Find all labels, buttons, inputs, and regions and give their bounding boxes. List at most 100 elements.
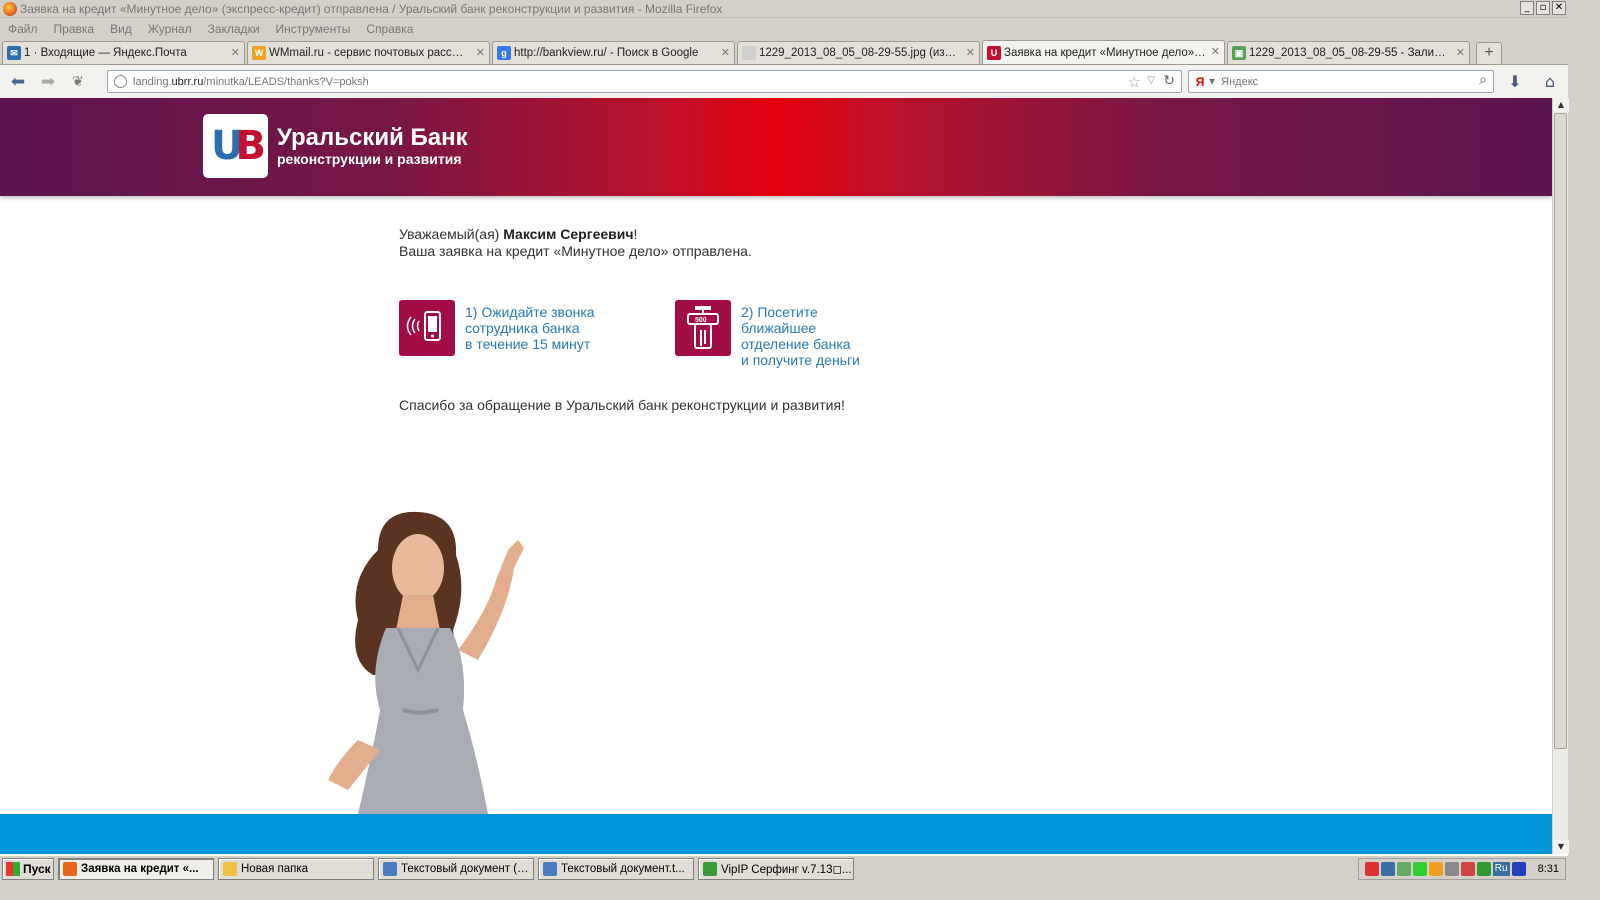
tab-label: 1229_2013_08_05_08-29-55 - Заливка ... <box>1249 47 1451 59</box>
greeting-block: Уважаемый(ая) Максим Сергеевич! Ваша зая… <box>399 226 752 260</box>
footer-band <box>0 814 1552 854</box>
url-dropdown-icon[interactable]: ▽ <box>1147 75 1155 86</box>
menu-edit[interactable]: Правка <box>54 22 95 36</box>
step-visit-text: 2) Посетите ближайшее отделение банка и … <box>741 304 860 368</box>
taskbar-item-label: Текстовый документ.t... <box>561 863 685 875</box>
search-input[interactable] <box>1221 75 1452 88</box>
scroll-down-icon[interactable]: ▼ <box>1553 840 1569 854</box>
taskbar-item-label: Новая папка <box>241 863 309 875</box>
taskbar-app-icon <box>63 862 77 876</box>
url-text[interactable]: landing.ubrr.ru/minutka/LEADS/thanks?V=p… <box>133 76 369 88</box>
thank-you-text: Спасибо за обращение в Уральский банк ре… <box>399 397 845 413</box>
media-play-icon[interactable] <box>1511 862 1526 876</box>
tab[interactable]: ✉ 1 · Входящие — Яндекс.Почта ✕ <box>2 41 245 64</box>
minimize-button[interactable]: _ <box>1520 1 1534 15</box>
scroll-up-icon[interactable]: ▲ <box>1553 98 1569 112</box>
page-viewport: UB Уральский Банк реконструкции и развит… <box>0 98 1552 854</box>
forward-arrow-icon[interactable]: ➡ <box>33 69 63 95</box>
menu-file[interactable]: Файл <box>8 22 38 36</box>
search-engine-dropdown-icon[interactable]: ▼ <box>1209 77 1215 86</box>
taskbar-item[interactable]: Текстовый документ.t... <box>538 858 694 880</box>
step-call-text: 1) Ожидайте звонка сотрудника банка в те… <box>465 304 595 352</box>
network-icon[interactable] <box>1380 862 1395 876</box>
back-arrow-icon[interactable]: ⬅ <box>3 69 33 95</box>
tab-close-icon[interactable]: ✕ <box>1456 46 1465 59</box>
language-indicator[interactable]: Ru <box>1492 862 1510 876</box>
clock[interactable]: 8:31 <box>1538 863 1559 875</box>
status-line: Ваша заявка на кредит «Минутное дело» от… <box>399 243 752 259</box>
new-tab-button[interactable]: + <box>1476 42 1502 64</box>
bank-subtitle: реконструкции и развития <box>277 151 462 167</box>
menu-view[interactable]: Вид <box>110 22 132 36</box>
taskbar-item[interactable]: Новая папка <box>218 858 374 880</box>
customer-name: Максим Сергеевич <box>503 226 634 242</box>
menu-tools[interactable]: Инструменты <box>276 22 351 36</box>
atm-icon: 500 <box>675 300 731 356</box>
close-button[interactable]: ✕ <box>1552 1 1566 15</box>
page-scrollbar[interactable]: ▲ ▼ <box>1552 98 1569 854</box>
atm-banknote-value: 500 <box>695 317 707 324</box>
check-icon[interactable] <box>1412 862 1427 876</box>
windows-logo-icon <box>6 862 20 876</box>
tab-close-icon[interactable]: ✕ <box>1211 45 1220 58</box>
download-icon[interactable]: ⬇ <box>1503 70 1527 94</box>
tab[interactable]: g http://bankview.ru/ - Поиск в Google ✕ <box>492 41 735 64</box>
taskbar-item[interactable]: Текстовый документ (6... <box>378 858 534 880</box>
tab[interactable]: U Заявка на кредит «Минутное дело» (э... ✕ <box>982 40 1225 64</box>
messenger-icon[interactable] <box>1428 862 1443 876</box>
reload-icon[interactable]: ↻ <box>1163 73 1175 89</box>
step-call: 1) Ожидайте звонка сотрудника банка в те… <box>399 300 595 356</box>
tab[interactable]: 1229_2013_08_05_08-29-55.jpg (изобр... ✕ <box>737 41 980 64</box>
start-button[interactable]: Пуск <box>2 858 54 880</box>
greeting-line: Уважаемый(ая) Максим Сергеевич! <box>399 226 638 242</box>
menu-bookmarks[interactable]: Закладки <box>208 22 260 36</box>
grid-icon[interactable] <box>1460 862 1475 876</box>
search-icon[interactable]: ⌕ <box>1479 72 1487 88</box>
window-title-bar: Заявка на кредит «Минутное дело» (экспре… <box>0 0 1568 18</box>
tab-close-icon[interactable]: ✕ <box>721 46 730 59</box>
yandex-icon[interactable]: Я <box>1193 75 1207 89</box>
tab-label: 1 · Входящие — Яндекс.Почта <box>24 47 187 59</box>
url-bar[interactable]: landing.ubrr.ru/minutka/LEADS/thanks?V=p… <box>107 70 1182 93</box>
taskbar-app-icon <box>543 862 557 876</box>
taskbar-item-label: Заявка на кредит «... <box>81 863 199 875</box>
header-banner: UB Уральский Банк реконструкции и развит… <box>0 98 1552 196</box>
clock-app-icon[interactable] <box>1444 862 1459 876</box>
tab-close-icon[interactable]: ✕ <box>966 46 975 59</box>
history-icon[interactable]: ❦ <box>63 69 93 95</box>
tab[interactable]: W WMmail.ru - сервис почтовых рассылок...… <box>247 41 490 64</box>
menu-bar: Файл Правка Вид Журнал Закладки Инструме… <box>0 19 1568 39</box>
tab-close-icon[interactable]: ✕ <box>476 46 485 59</box>
tab[interactable]: ▣ 1229_2013_08_05_08-29-55 - Заливка ... ✕ <box>1227 41 1470 64</box>
navigation-toolbar: ⬅ ➡ ❦ landing.ubrr.ru/minutka/LEADS/than… <box>0 64 1568 98</box>
tab-favicon-icon: W <box>252 46 266 60</box>
maximize-button[interactable]: ▫ <box>1536 1 1550 15</box>
tab-favicon-icon: ▣ <box>1232 46 1246 60</box>
antivirus-icon[interactable] <box>1396 862 1411 876</box>
taskbar-item-label: Текстовый документ (6... <box>401 863 533 875</box>
ati-icon[interactable] <box>1364 862 1379 876</box>
tab-label: WMmail.ru - сервис почтовых рассылок... <box>269 47 471 59</box>
window-title: Заявка на кредит «Минутное дело» (экспре… <box>20 1 723 16</box>
woman-photo <box>318 510 533 814</box>
step-visit: 500 2) Посетите ближайшее отделение банк… <box>675 300 860 368</box>
menu-history[interactable]: Журнал <box>148 22 192 36</box>
tab-label: Заявка на кредит «Минутное дело» (э... <box>1004 46 1206 59</box>
taskbar: Пуск Заявка на кредит «... Новая папка Тек… <box>0 854 1568 882</box>
volume-icon[interactable] <box>1476 862 1491 876</box>
tab-label: http://bankview.ru/ - Поиск в Google <box>514 47 699 59</box>
bank-logo[interactable]: UB <box>203 114 268 178</box>
globe-icon <box>114 75 127 88</box>
taskbar-app-icon <box>383 862 397 876</box>
window-controls: _ ▫ ✕ <box>1520 1 1566 15</box>
tab-favicon-icon: g <box>497 46 511 60</box>
taskbar-item[interactable]: Заявка на кредит «... <box>58 858 214 880</box>
tab-label: 1229_2013_08_05_08-29-55.jpg (изобр... <box>759 47 961 59</box>
taskbar-item[interactable]: VipIP Серфинг v.7.13◻... <box>698 858 854 880</box>
home-icon[interactable]: ⌂ <box>1538 70 1562 94</box>
tab-close-icon[interactable]: ✕ <box>231 46 240 59</box>
menu-help[interactable]: Справка <box>366 22 413 36</box>
scroll-thumb[interactable] <box>1554 113 1567 749</box>
tab-favicon-icon: U <box>987 45 1001 60</box>
bookmark-star-icon[interactable]: ☆ <box>1128 73 1141 91</box>
